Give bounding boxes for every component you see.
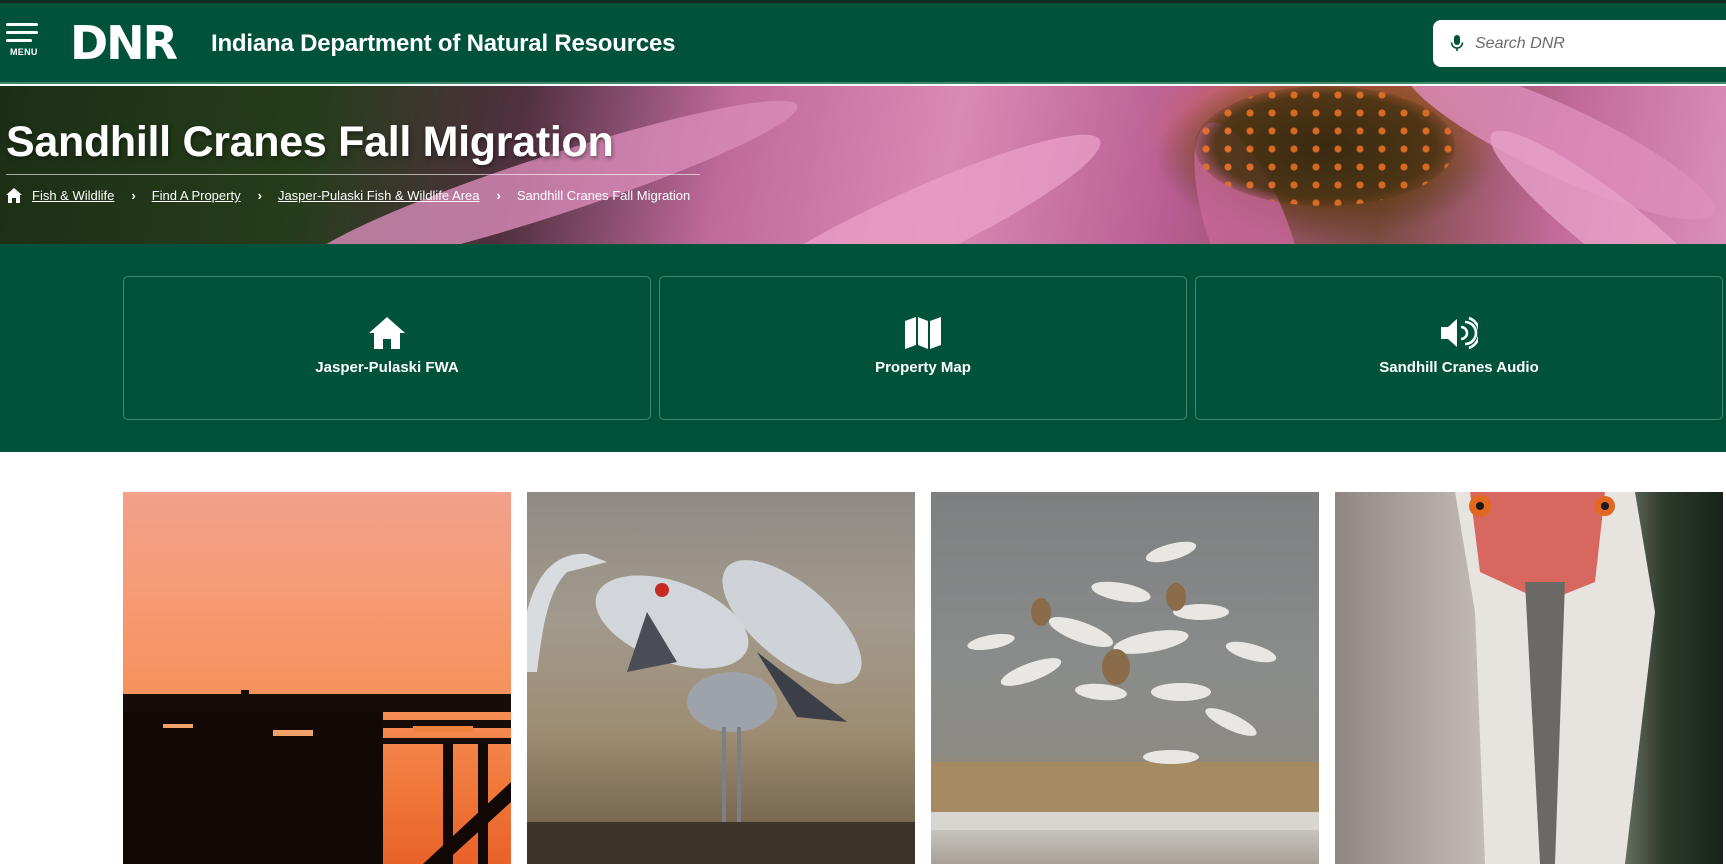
quick-link-sandhill-audio[interactable]: Sandhill Cranes Audio <box>1195 276 1723 420</box>
chevron-right-icon: › <box>496 188 501 203</box>
hamburger-icon-bar <box>6 39 32 42</box>
quick-link-label: Jasper-Pulaski FWA <box>315 359 459 376</box>
gallery-photo-crane-closeup[interactable] <box>1335 492 1723 864</box>
hamburger-icon-bar <box>6 31 38 34</box>
flock-illustration <box>931 541 1319 830</box>
sunset-silhouette <box>123 690 511 864</box>
quick-link-label: Property Map <box>875 359 971 376</box>
map-icon <box>905 317 941 349</box>
menu-label: MENU <box>10 47 38 57</box>
hero-banner: Sandhill Cranes Fall Migration Fish & Wi… <box>0 86 1726 244</box>
chevron-right-icon: › <box>131 188 136 203</box>
page-title: Sandhill Cranes Fall Migration <box>6 118 614 166</box>
search-box <box>1433 20 1726 67</box>
gallery-photo-crane-wings[interactable] <box>527 492 915 864</box>
flower-center <box>1195 86 1455 206</box>
crane-wings-illustration <box>527 553 915 864</box>
quick-links-band: Jasper-Pulaski FWA Property Map Sandhill… <box>0 244 1726 452</box>
breadcrumb-fish-wildlife[interactable]: Fish & Wildlife <box>32 188 114 203</box>
search-input[interactable] <box>1475 20 1725 67</box>
breadcrumb-find-property[interactable]: Find A Property <box>152 188 241 203</box>
chevron-right-icon: › <box>257 188 262 203</box>
breadcrumb-jasper-pulaski[interactable]: Jasper-Pulaski Fish & Wildlife Area <box>278 188 480 203</box>
breadcrumb-current: Sandhill Cranes Fall Migration <box>516 188 691 203</box>
dnr-logo[interactable]: DNR <box>70 19 178 67</box>
quick-link-label: Sandhill Cranes Audio <box>1379 359 1539 376</box>
volume-icon <box>1441 316 1478 350</box>
site-header: MENU DNR Indiana Department of Natural R… <box>0 3 1726 84</box>
home-icon[interactable] <box>6 188 22 203</box>
crane-head-illustration <box>1455 492 1655 864</box>
hamburger-icon <box>6 23 38 26</box>
quick-link-jasper-pulaski[interactable]: Jasper-Pulaski FWA <box>123 276 651 420</box>
gallery-photo-flock-flight[interactable] <box>931 492 1319 864</box>
title-divider <box>6 174 700 175</box>
gallery-photo-sunset-boardwalk[interactable] <box>123 492 511 864</box>
breadcrumb: Fish & Wildlife › Find A Property › Jasp… <box>6 188 690 203</box>
home-icon <box>369 317 405 349</box>
microphone-icon[interactable] <box>1447 33 1467 53</box>
site-title[interactable]: Indiana Department of Natural Resources <box>211 30 676 58</box>
quick-link-property-map[interactable]: Property Map <box>659 276 1187 420</box>
menu-button[interactable]: MENU <box>6 23 40 67</box>
